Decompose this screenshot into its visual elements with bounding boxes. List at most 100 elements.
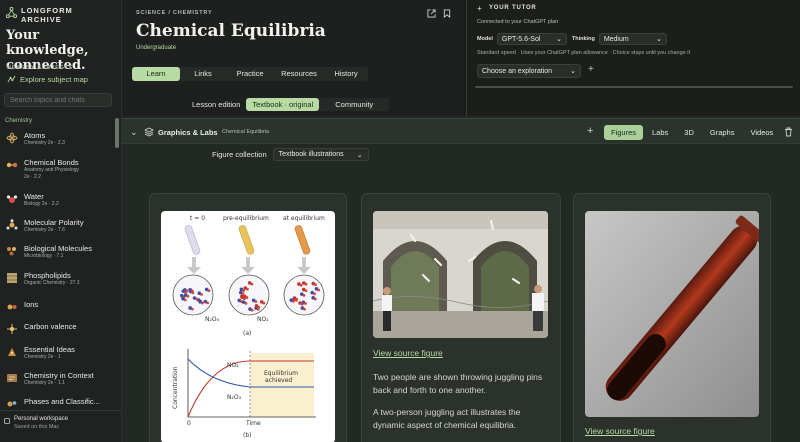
tab-graphs[interactable]: Graphs: [703, 125, 742, 140]
workspace-icon: [4, 418, 10, 424]
tab-links[interactable]: Links: [180, 67, 226, 81]
topic-item-carbon-valence[interactable]: Carbon valence: [0, 322, 114, 335]
tube-pre: [238, 225, 255, 255]
subject-map-icon: [7, 75, 16, 83]
lesson-edition-row: Lesson edition Textbook · original Commu…: [192, 98, 390, 111]
figure-card-jugglers[interactable]: View source figure Two people are shown …: [361, 193, 561, 442]
atom-icon: [6, 132, 18, 144]
brand-logo[interactable]: LONGFORM ARCHIVE: [6, 6, 73, 24]
molecule-atom: [262, 301, 266, 305]
graphics-labs-title: Graphics & Labs: [158, 128, 218, 137]
edition-community[interactable]: Community: [319, 98, 389, 111]
tutor-add-icon[interactable]: +: [477, 4, 482, 13]
molecule-atom: [317, 288, 321, 292]
label-panel-a: (a): [243, 330, 251, 337]
tab-resources[interactable]: Resources: [274, 67, 324, 81]
topic-item-molecular-polarity[interactable]: Molecular Polarity Chemistry 2e · 7.6: [0, 218, 114, 234]
collapse-chevron-icon[interactable]: ⌄: [130, 127, 138, 138]
molecule-atom: [207, 289, 211, 293]
graphics-labs-panel: ⌄ Graphics & Labs Chemical Equilibria + …: [122, 116, 800, 442]
phases-icon: [7, 401, 17, 407]
tube-t0: [184, 225, 201, 255]
bookmark-icon[interactable]: [443, 9, 451, 18]
tab-videos[interactable]: Videos: [743, 125, 780, 140]
molecule-atom: [304, 302, 307, 305]
molecule-atom: [242, 289, 246, 292]
topic-item-phases[interactable]: Phases and Classific...: [0, 397, 114, 410]
arrow-t0: [187, 257, 201, 274]
label-n2o4: N₂O₄: [205, 316, 220, 323]
tab-history[interactable]: History: [324, 67, 368, 81]
graphics-labs-subtitle: Chemical Equilibria: [222, 129, 270, 135]
topic-item-essential-ideas[interactable]: Essential Ideas Chemistry 2e · 1: [0, 345, 114, 361]
carbon-icon: [7, 324, 17, 334]
label-at-equilibrium: at equilibrium: [283, 215, 325, 222]
jugglers-photo-image: [373, 211, 548, 338]
equilibrium-diagram-frame: t = 0 pre-equilibrium at equilibrium N₂O…: [161, 211, 335, 442]
brand-name-line1: LONGFORM: [21, 6, 73, 15]
tab-3d[interactable]: 3D: [677, 125, 701, 140]
molecule-atom: [314, 283, 317, 287]
graph-origin: 0: [187, 420, 191, 427]
molecule-atom: [190, 289, 194, 293]
topic-item-biological-molecules[interactable]: Biological Molecules Microbiology · 7.1: [0, 244, 114, 260]
molecule-atom: [250, 282, 254, 286]
network-logo-icon: [6, 7, 17, 18]
tab-labs[interactable]: Labs: [645, 125, 675, 140]
molecule-atom: [184, 290, 187, 294]
model-label: Model: [477, 36, 493, 42]
bond-icon: [6, 162, 18, 168]
figure-collection-select[interactable]: Textbook illustrations ⌄: [272, 148, 369, 161]
figure-card-test-tube[interactable]: View source figure: [573, 193, 771, 442]
explore-subject-map-label: Explore subject map: [20, 75, 88, 84]
tab-figures[interactable]: Figures: [604, 125, 644, 140]
chevron-down-icon: ⌄: [570, 68, 576, 75]
phospholipid-icon: [7, 273, 17, 283]
figure-card-equilibrium-diagram[interactable]: t = 0 pre-equilibrium at equilibrium N₂O…: [149, 193, 347, 442]
sidebar-search-input[interactable]: [4, 93, 112, 107]
tab-practice[interactable]: Practice: [226, 67, 274, 81]
chevron-down-icon: ⌄: [356, 151, 363, 159]
model-select[interactable]: GPT-5.6-Sol ⌄: [496, 33, 567, 45]
figure-collection-label: Figure collection: [212, 150, 267, 159]
topic-item-water[interactable]: Water Biology 2e · 2.2: [0, 192, 114, 208]
explore-subject-map-link[interactable]: Explore subject map: [7, 75, 88, 84]
test-tube-photo-image: [585, 211, 759, 417]
topic-item-chemical-bonds[interactable]: Chemical Bonds Anatomy and Physiology 2e ·…: [0, 158, 114, 181]
view-source-figure-link-2[interactable]: View source figure: [373, 348, 443, 358]
add-graphic-button[interactable]: +: [587, 125, 593, 137]
ideas-icon: [8, 348, 16, 356]
layers-icon: [144, 127, 154, 137]
topic-item-ions[interactable]: Ions: [0, 300, 114, 313]
arrow-pre: [241, 257, 255, 274]
label-no2: NO₂: [257, 316, 269, 323]
edition-textbook-original[interactable]: Textbook · original: [246, 98, 320, 111]
view-source-figure-link-3[interactable]: View source figure: [585, 426, 655, 436]
test-tube-photo: [585, 211, 759, 417]
tab-learn[interactable]: Learn: [132, 67, 180, 81]
molecule-atom: [186, 294, 190, 298]
context-icon: [7, 374, 17, 382]
lesson-edition-toggle: Textbook · original Community: [246, 98, 390, 111]
external-link-icon[interactable]: [427, 9, 436, 18]
topic-item-chemistry-in-context[interactable]: Chemistry in Context Chemistry 2e · 1.1: [0, 371, 114, 387]
personal-workspace[interactable]: Personal workspace Saved on this Mac: [0, 410, 121, 442]
molecule-atom: [200, 293, 203, 296]
sidebar: LONGFORM ARCHIVE Your knowledge, connect…: [0, 0, 122, 442]
topic-item-atoms[interactable]: Atoms Chemistry 2e · 2.3: [0, 131, 114, 147]
jugglers-photo: [373, 211, 548, 338]
trash-icon[interactable]: [784, 127, 793, 137]
add-exploration-button[interactable]: +: [588, 64, 594, 75]
molecule-atom: [300, 302, 304, 306]
graphics-labs-bar: ⌄ Graphics & Labs Chemical Equilibria + …: [122, 118, 800, 144]
label-t0: t = 0: [190, 215, 205, 222]
thinking-select[interactable]: Medium ⌄: [598, 33, 667, 45]
ion-icon: [7, 304, 17, 310]
nearby-subjects-label: NEARBY SUBJECTS: [7, 65, 73, 71]
breadcrumb[interactable]: SCIENCE / CHEMISTRY: [136, 10, 212, 16]
workspace-subtitle: Saved on this Mac: [14, 424, 60, 430]
chevron-down-icon: ⌄: [655, 36, 662, 43]
topic-item-phospholipids[interactable]: Phospholipids Organic Chemistry · 27.3: [0, 271, 114, 287]
section-label-chemistry: Chemistry: [5, 118, 33, 124]
exploration-select[interactable]: Choose an exploration ⌄: [477, 64, 581, 78]
